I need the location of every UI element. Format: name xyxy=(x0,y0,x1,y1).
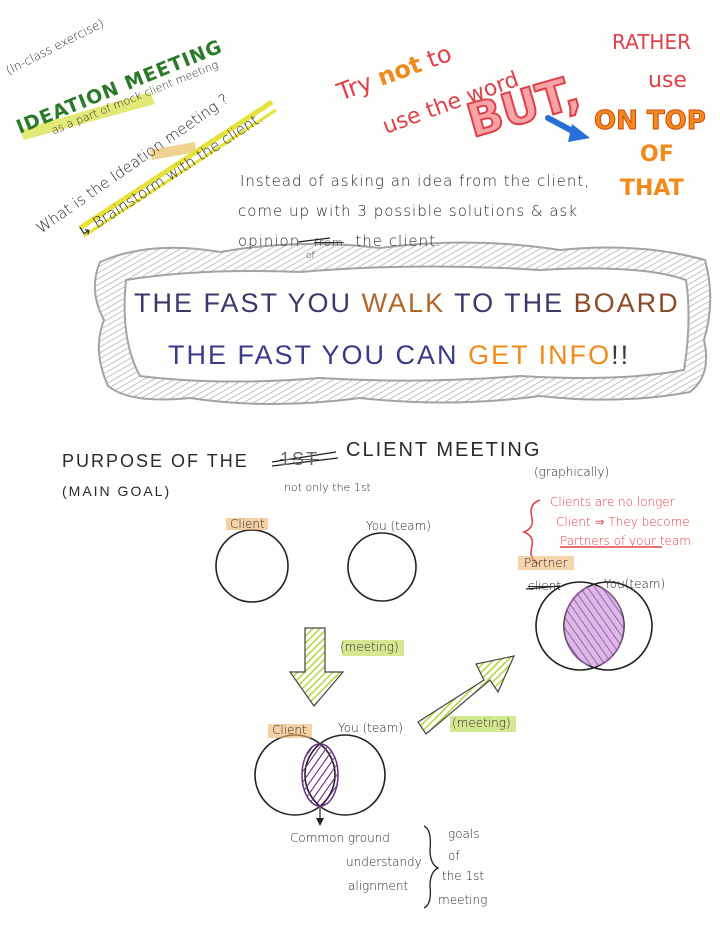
purpose-title-a: PURPOSE OF THE xyxy=(62,451,249,471)
client-label-2: Client xyxy=(272,723,307,737)
you-team-label-2: You (team) xyxy=(338,721,403,735)
meeting-label-1: (meeting) xyxy=(340,640,399,654)
banner-info: INFO xyxy=(529,340,612,370)
red-note-1: Clients are no longer xyxy=(550,495,675,509)
banner-board: BOARD xyxy=(573,288,680,318)
instruction-the-client: the client. xyxy=(355,232,442,250)
banner-line-2: THE FAST YOU CAN GET INFO!! xyxy=(168,342,630,369)
instruction-crossed: from xyxy=(314,236,344,249)
you-team-label-3: You(team) xyxy=(604,577,666,591)
instruction-line-1: Instead of asking an idea from the clien… xyxy=(240,172,591,190)
instruction-opinion: opinion xyxy=(238,232,301,250)
not-only-note: not only the 1st xyxy=(284,481,371,494)
outcome-1: Common ground xyxy=(290,831,390,845)
purpose-title-crossed: 1ST xyxy=(280,449,320,469)
use-word: use xyxy=(648,68,687,93)
client-crossed-label: client xyxy=(528,579,561,593)
rather-word: RATHER xyxy=(612,30,692,54)
of-word: OF xyxy=(640,142,674,167)
banner-l1-b: TO THE xyxy=(445,288,574,318)
outcome-2: understandy xyxy=(346,855,422,869)
banner-line-1: THE FAST YOU WALK TO THE BOARD xyxy=(134,290,680,317)
main-goal-label: (MAIN GOAL) xyxy=(62,483,172,499)
partner-label: Partner xyxy=(524,556,568,570)
instruction-line-2: come up with 3 possible solutions & ask xyxy=(238,202,579,220)
goals-1: goals xyxy=(448,827,480,841)
outcome-3: alignment xyxy=(348,879,409,893)
banner-l2-a: THE FAST YOU CAN xyxy=(168,340,469,370)
instruction-insert: of xyxy=(306,251,315,261)
notebook-page: (In-class exercise) IDEATION MEETING as … xyxy=(0,0,720,925)
banner-l1-a: THE FAST YOU xyxy=(134,288,362,318)
goals-4: meeting xyxy=(438,893,488,907)
you-team-label-1: You (team) xyxy=(366,519,431,533)
banner-get: GET xyxy=(468,340,530,370)
meeting-label-2: (meeting) xyxy=(452,716,511,730)
banner-walk: WALK xyxy=(361,288,446,318)
on-top-phrase: ON TOP xyxy=(594,106,707,136)
that-word: THAT xyxy=(620,176,684,201)
banner-bang: !! xyxy=(611,340,631,370)
graphically-note: (graphically) xyxy=(534,465,610,479)
instruction-line-3: opinion from the client. xyxy=(238,234,442,249)
client-label-1: Client xyxy=(230,517,265,531)
goals-3: the 1st xyxy=(442,869,485,883)
goals-2: of xyxy=(448,849,460,863)
red-note-2: Client ⇒ They become xyxy=(556,515,690,529)
purpose-title-b: CLIENT MEETING xyxy=(346,439,542,461)
pencil-cloud xyxy=(93,241,712,405)
red-note-3: Partners of your team xyxy=(560,534,691,548)
